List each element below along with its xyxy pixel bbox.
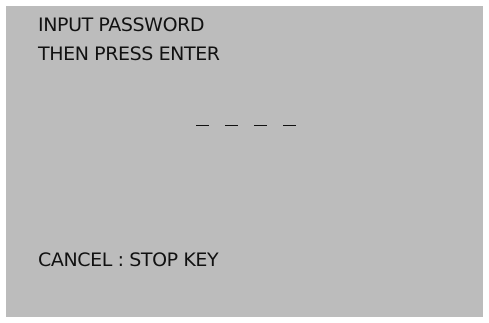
password-slot-underline xyxy=(254,124,267,126)
password-slot xyxy=(196,106,209,126)
prompt-line-2: THEN PRESS ENTER xyxy=(38,43,220,65)
password-entry[interactable] xyxy=(196,106,296,126)
password-screen: INPUT PASSWORD THEN PRESS ENTER CANCEL :… xyxy=(6,6,483,317)
password-slot xyxy=(225,106,238,126)
password-slot-underline xyxy=(196,124,209,126)
password-slot xyxy=(283,106,296,126)
prompt-line-1: INPUT PASSWORD xyxy=(38,14,205,36)
cancel-hint: CANCEL : STOP KEY xyxy=(38,249,219,271)
password-slot-underline xyxy=(225,124,238,126)
password-slot xyxy=(254,106,267,126)
password-slot-underline xyxy=(283,124,296,126)
